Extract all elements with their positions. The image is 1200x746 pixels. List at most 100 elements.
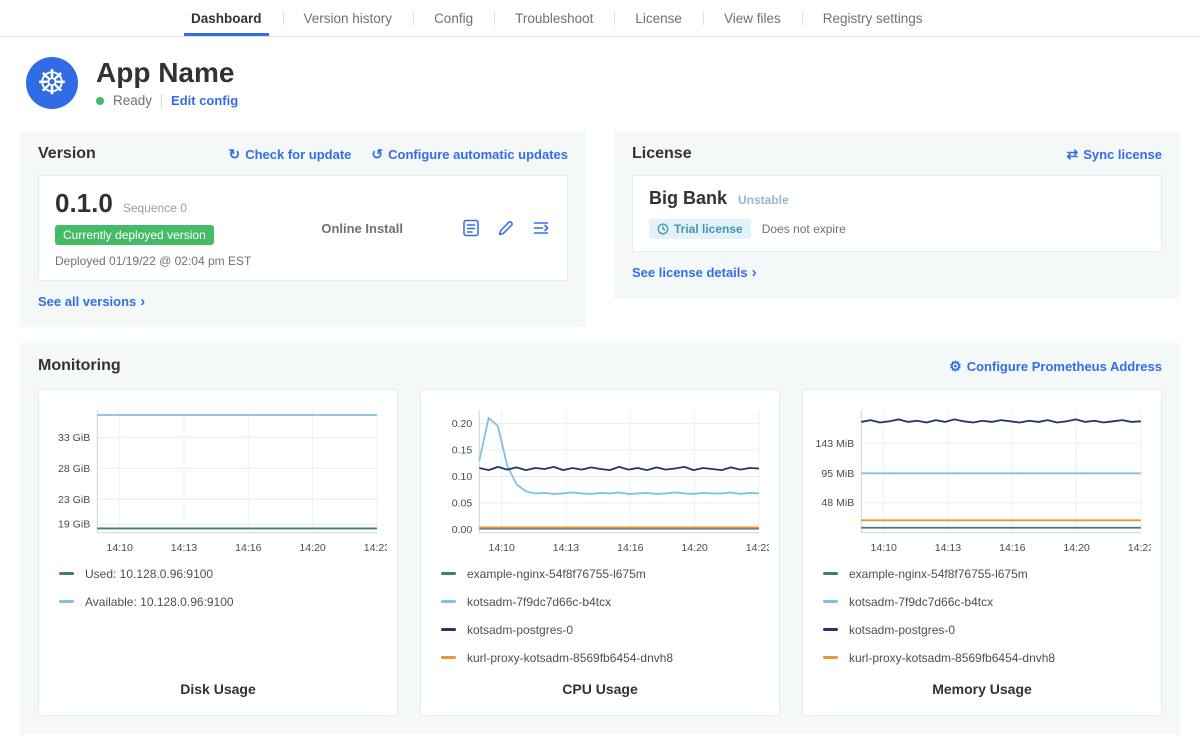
tab-config[interactable]: Config — [413, 0, 494, 36]
tab-version-history[interactable]: Version history — [283, 0, 414, 36]
check-for-update-link[interactable]: ↻ Check for update — [228, 146, 351, 163]
legend-item: kotsadm-7f9dc7d66c-b4tcx — [823, 595, 1151, 609]
license-card-title: License — [632, 145, 692, 163]
charts-row: 33 GiB28 GiB23 GiB19 GiB14:1014:1314:161… — [38, 389, 1162, 716]
deployed-badge: Currently deployed version — [55, 225, 214, 245]
legend-item: kurl-proxy-kotsadm-8569fb6454-dnvh8 — [823, 651, 1151, 665]
svg-text:95 MiB: 95 MiB — [821, 468, 854, 480]
chart-plot-disk-usage: 33 GiB28 GiB23 GiB19 GiB14:1014:1314:161… — [49, 400, 387, 559]
version-number: 0.1.0 — [55, 188, 113, 219]
svg-text:0.00: 0.00 — [452, 524, 473, 536]
svg-text:23 GiB: 23 GiB — [58, 494, 90, 506]
legend-swatch-icon — [823, 628, 838, 631]
svg-text:48 MiB: 48 MiB — [821, 497, 854, 509]
see-license-details-link[interactable]: See license details › — [632, 265, 757, 280]
legend-item: kotsadm-7f9dc7d66c-b4tcx — [441, 595, 769, 609]
legend-label: example-nginx-54f8f76755-l675m — [467, 567, 646, 581]
chart-plot-memory-usage: 143 MiB95 MiB48 MiB14:1014:1314:1614:201… — [813, 400, 1151, 559]
svg-text:14:10: 14:10 — [106, 542, 133, 554]
kubernetes-logo-icon: ☸ — [26, 57, 78, 109]
legend-label: Used: 10.128.0.96:9100 — [85, 567, 213, 581]
svg-text:14:20: 14:20 — [1063, 542, 1090, 554]
release-notes-icon — [461, 218, 481, 238]
edit-config-link[interactable]: Edit config — [171, 93, 238, 108]
svg-text:14:23: 14:23 — [1128, 542, 1151, 554]
legend-label: kurl-proxy-kotsadm-8569fb6454-dnvh8 — [849, 651, 1055, 665]
legend-swatch-icon — [441, 628, 456, 631]
svg-text:143 MiB: 143 MiB — [816, 438, 855, 450]
current-version-panel: 0.1.0 Sequence 0 Currently deployed vers… — [38, 175, 568, 281]
svg-text:0.15: 0.15 — [452, 444, 473, 456]
chart-legend-disk-usage: Used: 10.128.0.96:9100 Available: 10.128.… — [59, 567, 387, 609]
app-header: ☸ App Name Ready Edit config — [0, 37, 1200, 117]
top-nav: DashboardVersion historyConfigTroublesho… — [0, 0, 1200, 37]
status-text: Ready — [113, 93, 152, 108]
version-card: Version ↻ Check for update ↺ Configure a… — [20, 131, 586, 327]
svg-text:0.20: 0.20 — [452, 418, 473, 430]
legend-label: kotsadm-postgres-0 — [467, 623, 573, 637]
tab-dashboard[interactable]: Dashboard — [170, 0, 283, 36]
deploy-logs-button[interactable] — [531, 218, 551, 238]
chevron-right-icon: › — [752, 265, 757, 280]
install-type-label: Online Install — [263, 221, 461, 236]
clock-icon — [657, 223, 669, 235]
chevron-right-icon: › — [140, 294, 145, 309]
chart-card-memory-usage: 143 MiB95 MiB48 MiB14:1014:1314:1614:201… — [802, 389, 1162, 716]
chart-card-cpu-usage: 0.200.150.100.050.0014:1014:1314:1614:20… — [420, 389, 780, 716]
legend-item: kotsadm-postgres-0 — [823, 623, 1151, 637]
svg-text:14:23: 14:23 — [364, 542, 387, 554]
summary-cards-row: Version ↻ Check for update ↺ Configure a… — [0, 117, 1200, 327]
legend-label: kotsadm-7f9dc7d66c-b4tcx — [467, 595, 611, 609]
tab-view-files[interactable]: View files — [703, 0, 802, 36]
tab-troubleshoot[interactable]: Troubleshoot — [494, 0, 614, 36]
legend-swatch-icon — [823, 600, 838, 603]
chart-title: CPU Usage — [431, 665, 769, 705]
configure-prometheus-link[interactable]: ⚙ Configure Prometheus Address — [949, 358, 1162, 375]
edit-config-button[interactable] — [496, 218, 516, 238]
svg-text:14:13: 14:13 — [935, 542, 962, 554]
tab-license[interactable]: License — [614, 0, 703, 36]
see-all-versions-link[interactable]: See all versions › — [38, 294, 145, 309]
svg-text:14:23: 14:23 — [746, 542, 769, 554]
svg-text:0.05: 0.05 — [452, 498, 473, 510]
svg-text:14:20: 14:20 — [299, 542, 326, 554]
tab-registry-settings[interactable]: Registry settings — [802, 0, 944, 36]
wheel-icon: ☸ — [37, 66, 67, 100]
legend-item: Used: 10.128.0.96:9100 — [59, 567, 387, 581]
license-name: Big Bank — [649, 188, 727, 209]
legend-label: kotsadm-7f9dc7d66c-b4tcx — [849, 595, 993, 609]
legend-swatch-icon — [823, 656, 838, 659]
trial-license-badge: Trial license — [649, 219, 751, 239]
svg-text:14:20: 14:20 — [681, 542, 708, 554]
release-notes-button[interactable] — [461, 218, 481, 238]
chart-title: Memory Usage — [813, 665, 1151, 705]
legend-swatch-icon — [441, 600, 456, 603]
chart-legend-cpu-usage: example-nginx-54f8f76755-l675m kotsadm-7f… — [441, 567, 769, 665]
sync-icon: ⇄ — [1066, 146, 1078, 163]
svg-text:14:10: 14:10 — [488, 542, 515, 554]
svg-text:28 GiB: 28 GiB — [58, 463, 90, 475]
chart-legend-memory-usage: example-nginx-54f8f76755-l675mkotsadm-7f… — [823, 567, 1151, 665]
legend-swatch-icon — [59, 600, 74, 603]
monitoring-title: Monitoring — [38, 357, 121, 375]
sync-license-link[interactable]: ⇄ Sync license — [1066, 146, 1162, 163]
license-panel: Big Bank Unstable Trial license Does not… — [632, 175, 1162, 252]
chart-title: Disk Usage — [49, 665, 387, 705]
deployed-timestamp: Deployed 01/19/22 @ 02:04 pm EST — [55, 254, 263, 268]
license-expiry: Does not expire — [762, 222, 846, 236]
svg-text:0.10: 0.10 — [452, 471, 473, 483]
edit-pencil-icon — [496, 218, 516, 238]
monitoring-section: Monitoring ⚙ Configure Prometheus Addres… — [20, 343, 1180, 734]
legend-label: Available: 10.128.0.96:9100 — [85, 595, 234, 609]
svg-text:14:13: 14:13 — [171, 542, 198, 554]
configure-automatic-updates-link[interactable]: ↺ Configure automatic updates — [371, 146, 568, 163]
license-channel: Unstable — [738, 193, 789, 207]
svg-text:19 GiB: 19 GiB — [58, 519, 90, 531]
legend-item: kotsadm-postgres-0 — [441, 623, 769, 637]
legend-item: kurl-proxy-kotsadm-8569fb6454-dnvh8 — [441, 651, 769, 665]
legend-item: Available: 10.128.0.96:9100 — [59, 595, 387, 609]
svg-text:14:13: 14:13 — [553, 542, 580, 554]
refresh-icon: ↻ — [228, 146, 240, 163]
chart-plot-cpu-usage: 0.200.150.100.050.0014:1014:1314:1614:20… — [431, 400, 769, 559]
sequence-label: Sequence 0 — [123, 201, 187, 215]
